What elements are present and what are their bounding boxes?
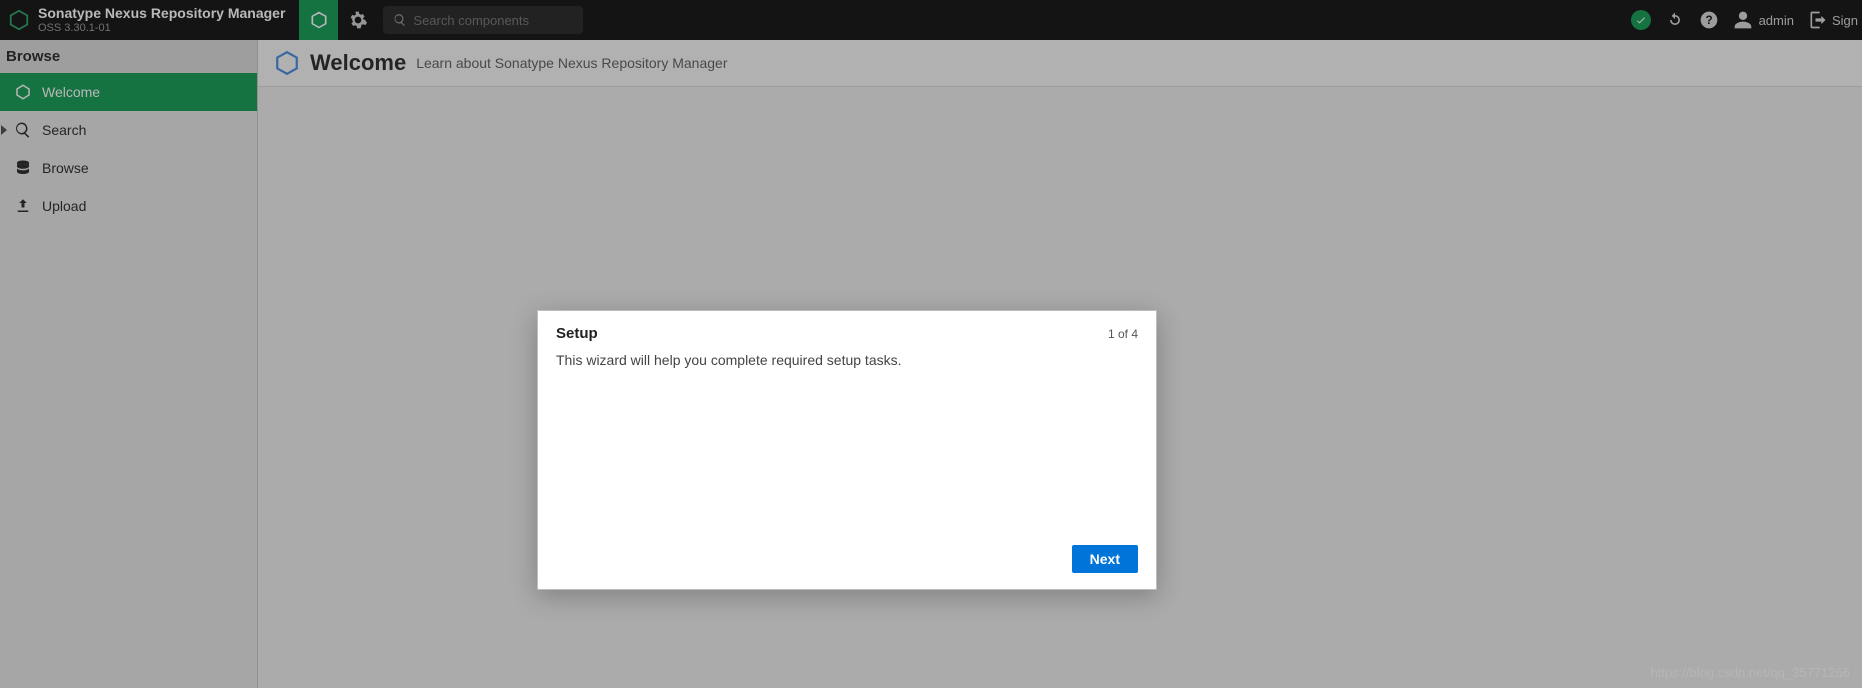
modal-step-indicator: 1 of 4 bbox=[1108, 327, 1138, 341]
watermark: https://blog.csdn.net/qq_35771266 bbox=[1651, 665, 1851, 680]
setup-wizard-modal: Setup 1 of 4 This wizard will help you c… bbox=[537, 310, 1157, 590]
modal-title: Setup bbox=[556, 325, 598, 342]
next-button[interactable]: Next bbox=[1072, 545, 1138, 573]
modal-body: This wizard will help you complete requi… bbox=[538, 348, 1156, 535]
